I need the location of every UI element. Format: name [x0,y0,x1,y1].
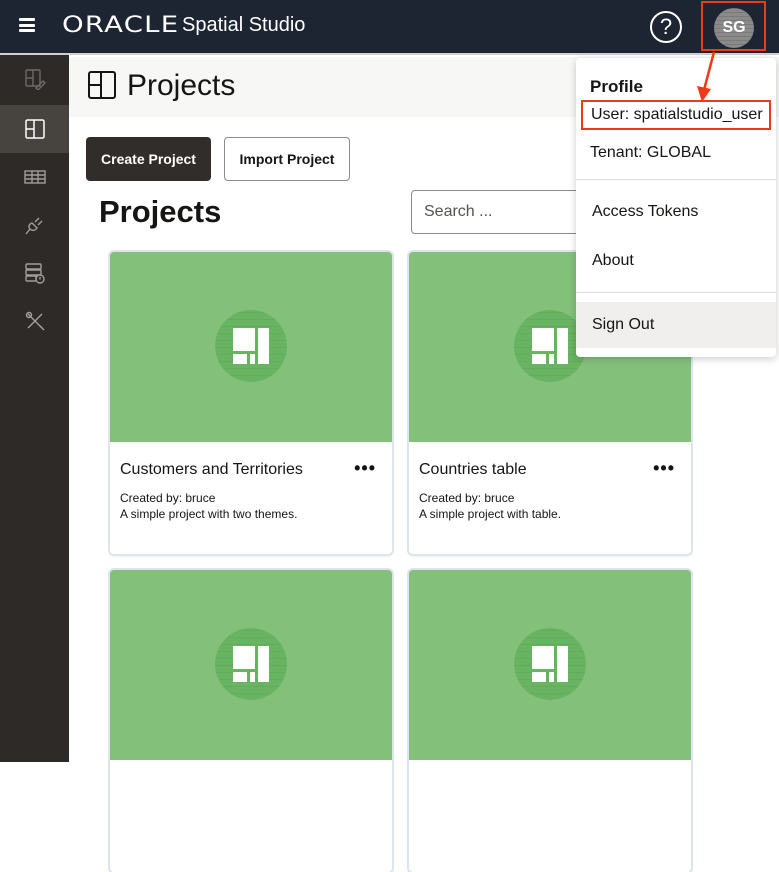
profile-tenant: Tenant: GLOBAL [590,144,711,161]
profile-dropdown: Profile User: spatialstudio_user Tenant:… [576,58,776,357]
project-card[interactable] [409,570,691,872]
project-layout-icon [532,328,568,364]
wrench-screwdriver-icon [25,311,44,331]
project-thumbnail [409,570,691,760]
avatar-highlight-box: SG [701,1,766,51]
project-badge [215,628,287,700]
layout-pencil-icon [24,69,46,90]
project-title: Countries table [419,461,527,478]
project-thumbnail [110,252,392,442]
layout-icon [88,71,116,99]
hamburger-menu-icon[interactable] [19,18,35,32]
sidebar-item-jobs[interactable] [0,249,69,297]
section-title: Projects [99,194,222,229]
sidebar-item-datasets[interactable] [0,153,69,201]
sidebar-item-projects[interactable] [0,105,69,153]
project-card[interactable]: Customers and Territories ••• Created by… [110,252,392,554]
user-avatar-button[interactable]: SG [714,8,754,48]
plug-icon [24,217,42,235]
project-description: A simple project with two themes. [120,507,298,521]
project-layout-icon [532,646,568,682]
project-creator: Created by: bruce [419,491,515,505]
sidebar-item-connections[interactable] [0,201,69,249]
divider [576,179,776,180]
project-creator: Created by: bruce [120,491,216,505]
menu-item-about[interactable]: About [576,238,776,284]
import-project-button[interactable]: Import Project [224,137,350,181]
more-options-icon[interactable]: ••• [653,458,675,479]
project-card[interactable] [110,570,392,872]
menu-item-sign-out[interactable]: Sign Out [576,302,776,348]
page-title: Projects [127,69,236,102]
project-layout-icon [233,328,269,364]
search-input[interactable] [411,190,591,234]
project-badge [514,628,586,700]
more-options-icon[interactable]: ••• [354,458,376,479]
project-badge [215,310,287,382]
project-meta: Created by: bruce A simple project with … [120,490,297,522]
sidebar-item-tools[interactable] [0,297,69,345]
project-thumbnail [110,570,392,760]
profile-header: Profile [590,77,643,96]
brand-logo: ORACLE Spatial Studio [62,13,305,38]
server-clock-icon [24,263,45,284]
profile-user: User: spatialstudio_user [581,100,771,130]
sidebar [0,55,69,762]
divider [576,292,776,293]
table-icon [23,170,46,184]
layout-icon [24,119,45,139]
create-project-button[interactable]: Create Project [86,137,211,181]
project-title: Customers and Territories [120,461,303,478]
menu-item-access-tokens[interactable]: Access Tokens [576,189,776,235]
sidebar-item-edit-projects[interactable] [0,55,69,103]
top-bar: ORACLE Spatial Studio ? SG [0,0,779,55]
project-meta: Created by: bruce A simple project with … [419,490,561,522]
help-icon[interactable]: ? [650,11,682,43]
oracle-logo-text: ORACLE [62,13,180,38]
project-description: A simple project with table. [419,507,562,521]
project-layout-icon [233,646,269,682]
